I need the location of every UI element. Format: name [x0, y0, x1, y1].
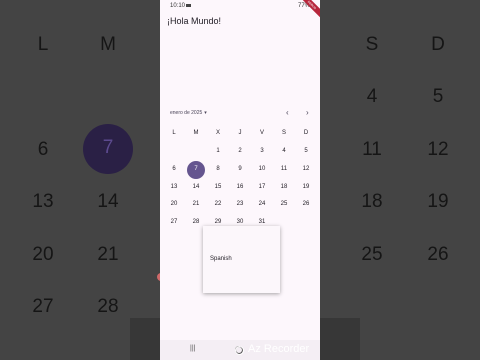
bg-day: 5 [432, 86, 444, 107]
calendar-day[interactable]: 17 [252, 184, 272, 190]
bg-day: 12 [427, 139, 449, 160]
calendar-day[interactable]: 2 [230, 148, 250, 154]
weekday-header: L [172, 130, 176, 136]
calendar-day[interactable]: 29 [208, 219, 228, 225]
status-bar: 10:10 77% [160, 0, 320, 11]
status-time: 10:10 [170, 3, 186, 9]
bg-day: 6 [37, 139, 49, 160]
calendar-day[interactable]: 25 [274, 201, 294, 207]
calendar-day[interactable]: 31 [252, 219, 272, 225]
calendar-day[interactable]: 4 [274, 148, 294, 154]
calendar-day[interactable]: 28 [186, 219, 206, 225]
bg-day: 25 [361, 244, 383, 265]
bg-day: 21 [97, 244, 119, 265]
calendar-day[interactable]: 12 [296, 166, 316, 172]
page-title: ¡Hola Mundo! [167, 16, 222, 26]
calendar-day[interactable]: 11 [274, 166, 294, 172]
weekday-header: X [215, 130, 220, 136]
recorder-watermark: Az Recorder [248, 343, 310, 355]
bg-weekday: D [431, 34, 445, 55]
bg-day: 27 [32, 296, 54, 317]
prev-month-button[interactable]: ‹ [286, 108, 289, 117]
calendar-day[interactable]: 23 [230, 201, 250, 207]
weekday-header: V [259, 130, 264, 136]
calendar-day[interactable]: 1 [208, 148, 228, 154]
calendar-day[interactable]: 14 [186, 184, 206, 190]
bg-weekday: S [365, 34, 379, 55]
recent-apps-button[interactable]: ||| [190, 345, 195, 352]
bg-day: 28 [97, 296, 119, 317]
bg-day: 18 [361, 191, 383, 212]
bg-weekday: M [100, 34, 116, 55]
calendar-day[interactable]: 10 [252, 166, 272, 172]
calendar-day[interactable]: 16 [230, 184, 250, 190]
bg-day: 11 [362, 139, 382, 160]
weekday-header: M [193, 130, 199, 136]
calendar-day[interactable]: 22 [208, 201, 228, 207]
calendar-day[interactable]: 20 [164, 201, 184, 207]
calendar-day[interactable]: 13 [164, 184, 184, 190]
recorder-icon [235, 346, 244, 355]
weekday-header: J [238, 130, 242, 136]
bg-day: 19 [427, 191, 449, 212]
calendar-day[interactable]: 27 [164, 219, 184, 225]
calendar-day[interactable]: 26 [296, 201, 316, 207]
calendar-day[interactable]: 15 [208, 184, 228, 190]
calendar-day[interactable]: 6 [164, 166, 184, 172]
weekday-header: D [303, 130, 309, 136]
language-popup-menu: Spanish [203, 226, 280, 293]
bg-weekday: L [37, 34, 49, 55]
calendar-day[interactable]: 5 [296, 148, 316, 154]
calendar-day[interactable]: 24 [252, 201, 272, 207]
bg-day-selected: 7 [102, 137, 114, 158]
menu-item-spanish[interactable]: Spanish [210, 256, 232, 262]
next-month-button[interactable]: › [306, 108, 309, 117]
calendar-day[interactable]: 3 [252, 148, 272, 154]
month-year-selector[interactable]: enero de 2025 ▾ [170, 110, 207, 116]
calendar-day[interactable]: 21 [186, 201, 206, 207]
bg-day: 4 [366, 86, 378, 107]
month-label: enero de 2025 [170, 110, 203, 116]
calendar-day[interactable]: 18 [274, 184, 294, 190]
calendar-day[interactable]: 8 [208, 166, 228, 172]
phone-screen: 10:10 77% DEBUG ¡Hola Mundo! enero de 20… [160, 0, 320, 360]
camera-icon [186, 4, 191, 7]
calendar-day[interactable]: 9 [230, 166, 250, 172]
calendar-day[interactable]: 19 [296, 184, 316, 190]
bg-day: 26 [427, 244, 449, 265]
weekday-header: S [281, 130, 286, 136]
calendar-day[interactable]: 30 [230, 219, 250, 225]
bg-day: 14 [97, 191, 119, 212]
bg-day: 20 [32, 244, 54, 265]
bg-day: 13 [32, 191, 54, 212]
calendar-day-selected[interactable]: 7 [186, 166, 206, 172]
dropdown-arrow-icon: ▾ [204, 110, 207, 116]
